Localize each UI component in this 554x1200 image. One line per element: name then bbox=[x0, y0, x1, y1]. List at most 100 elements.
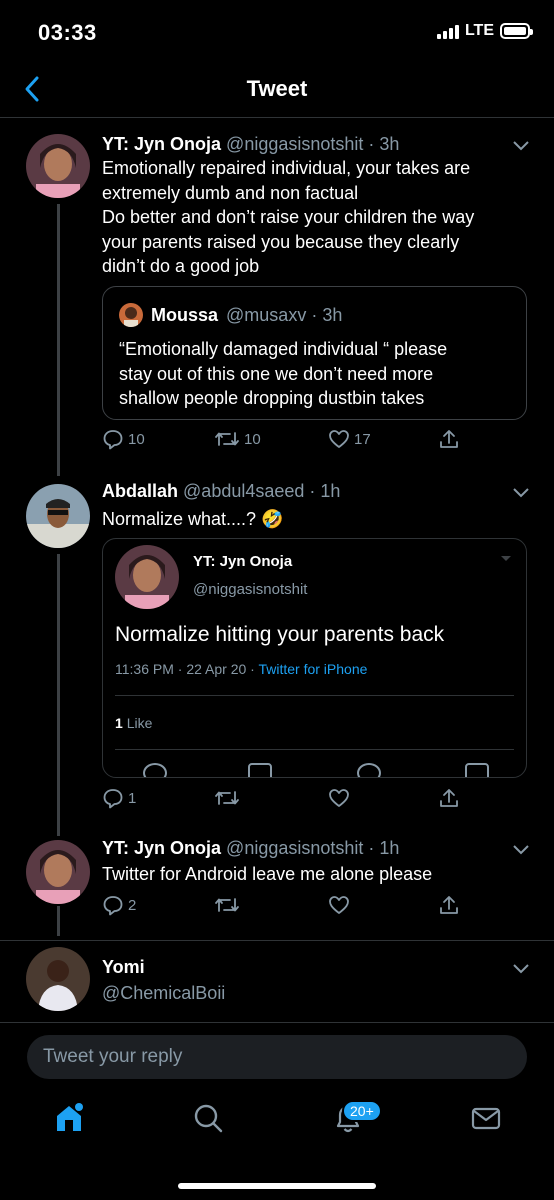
like-button[interactable] bbox=[328, 894, 350, 916]
quoted-tweet-time: 3h bbox=[322, 304, 343, 325]
tweet-header: YT: Jyn Onoja @niggasisnotshit · 3h bbox=[102, 134, 400, 154]
status-indicators: LTE bbox=[436, 22, 533, 40]
embedded-source: Twitter for iPhone bbox=[258, 661, 368, 677]
search-icon[interactable] bbox=[190, 1100, 226, 1136]
embedded-likes-label: Like bbox=[126, 715, 153, 731]
avatar bbox=[119, 303, 143, 327]
tweet-time: 3h bbox=[379, 134, 400, 154]
network-label: LTE bbox=[464, 22, 494, 39]
avatar[interactable] bbox=[26, 840, 90, 904]
nav-header: Tweet bbox=[0, 66, 554, 118]
quoted-text-line: shallow people dropping dustbin takes bbox=[119, 388, 425, 408]
tweet[interactable]: Yomi @ChemicalBoii bbox=[0, 940, 554, 1022]
author-handle[interactable]: @abdul4saeed bbox=[183, 481, 304, 501]
battery-icon bbox=[500, 23, 533, 39]
chevron-down-icon[interactable] bbox=[512, 963, 530, 975]
avatar[interactable] bbox=[26, 484, 90, 548]
embedded-tweet-meta: 11:36 PM · 22 Apr 20 · Twitter for iPhon… bbox=[115, 661, 367, 677]
reply-count: 10 bbox=[128, 430, 145, 448]
status-bar: 03:33 LTE bbox=[0, 0, 554, 66]
thread-line bbox=[57, 554, 60, 836]
page-title: Tweet bbox=[246, 76, 308, 101]
tweet[interactable]: YT: Jyn Onoja @niggasisnotshit · 3h Emot… bbox=[0, 120, 554, 476]
embedded-author-handle: @niggasisnotshit bbox=[193, 581, 308, 598]
reply-icon bbox=[103, 789, 123, 809]
share-button[interactable] bbox=[438, 787, 460, 809]
retweet-icon bbox=[248, 763, 272, 777]
tweet-text-line: didn’t do a good job bbox=[102, 256, 260, 276]
avatar bbox=[115, 545, 179, 609]
share-button[interactable] bbox=[438, 894, 460, 916]
reply-count: 2 bbox=[128, 896, 137, 914]
reply-count: 1 bbox=[128, 789, 137, 807]
tweet-actions: 10 10 17 bbox=[102, 428, 492, 454]
quoted-author-name: Moussa bbox=[151, 304, 219, 325]
reply-icon bbox=[143, 763, 167, 777]
tweet-time: 1h bbox=[379, 838, 400, 858]
retweet-button[interactable]: 10 bbox=[214, 428, 261, 450]
retweet-button[interactable] bbox=[214, 894, 240, 916]
share-button[interactable] bbox=[438, 428, 460, 450]
chevron-down-icon[interactable] bbox=[512, 844, 530, 856]
share-icon bbox=[440, 789, 458, 807]
messages-envelope-icon[interactable] bbox=[468, 1100, 504, 1136]
notifications-badge: 20+ bbox=[342, 1100, 382, 1122]
reply-button[interactable]: 1 bbox=[102, 787, 136, 809]
tweet-text-line: Emotionally repaired individual, your ta… bbox=[102, 158, 471, 178]
reply-button[interactable]: 10 bbox=[102, 428, 145, 450]
thread-line bbox=[57, 906, 60, 936]
tweet-text-line: Do better and don’t raise your children … bbox=[102, 207, 475, 227]
heart-icon bbox=[329, 896, 349, 914]
author-name[interactable]: Abdallah bbox=[102, 481, 178, 501]
tweet-time: 1h bbox=[320, 481, 341, 501]
reply-button[interactable]: 2 bbox=[102, 894, 136, 916]
tweet-text: Emotionally repaired individual, your ta… bbox=[102, 156, 522, 279]
divider bbox=[115, 695, 514, 696]
author-name[interactable]: YT: Jyn Onoja bbox=[102, 838, 221, 858]
tweet-header: Yomi bbox=[102, 957, 145, 978]
quoted-text-line: “Emotionally damaged individual “ please bbox=[119, 339, 448, 359]
author-handle[interactable]: @ChemicalBoii bbox=[102, 981, 522, 1006]
embedded-likes-count: 1 bbox=[115, 715, 123, 731]
status-time: 03:33 bbox=[38, 20, 97, 45]
retweet-icon bbox=[215, 898, 239, 912]
share-icon bbox=[440, 896, 458, 914]
quoted-tweet[interactable]: Moussa @musaxv · 3h “Emotionally damaged… bbox=[102, 286, 527, 420]
signal-icon bbox=[436, 23, 459, 39]
author-name[interactable]: Yomi bbox=[102, 957, 145, 977]
home-icon[interactable] bbox=[52, 1100, 88, 1136]
tweet-text: Twitter for Android leave me alone pleas… bbox=[102, 864, 433, 884]
embedded-tweet-screenshot[interactable]: YT: Jyn Onoja @niggasisnotshit Normalize… bbox=[102, 538, 527, 778]
chevron-down-icon[interactable] bbox=[512, 140, 530, 152]
retweet-icon bbox=[215, 432, 239, 446]
chevron-down-icon[interactable] bbox=[512, 487, 530, 499]
author-handle[interactable]: @niggasisnotshit bbox=[226, 838, 363, 858]
divider bbox=[115, 749, 514, 750]
embedded-author-name: YT: Jyn Onoja bbox=[193, 553, 293, 570]
tab-bar bbox=[0, 1088, 554, 1158]
author-name[interactable]: YT: Jyn Onoja bbox=[102, 134, 221, 154]
tweet-actions: 2 bbox=[102, 894, 492, 920]
chevron-down-icon bbox=[501, 556, 511, 561]
tweet-header: Abdallah @abdul4saeed · 1h bbox=[102, 481, 341, 501]
like-button[interactable] bbox=[328, 787, 350, 809]
reply-bar: Tweet your reply bbox=[0, 1022, 554, 1088]
reply-input[interactable]: Tweet your reply bbox=[27, 1035, 527, 1079]
heart-icon bbox=[329, 789, 349, 807]
quoted-text-line: stay out of this one we don’t need more bbox=[119, 363, 434, 384]
tweet-text-line: extremely dumb and non factual bbox=[102, 182, 359, 203]
author-handle[interactable]: @niggasisnotshit bbox=[226, 134, 363, 154]
embedded-likes: 1 Like bbox=[115, 715, 152, 731]
like-button[interactable]: 17 bbox=[328, 428, 371, 450]
tweet[interactable]: YT: Jyn Onoja @niggasisnotshit · 1h Twit… bbox=[0, 832, 554, 940]
retweet-button[interactable] bbox=[214, 787, 240, 809]
avatar[interactable] bbox=[26, 134, 90, 198]
tweet-text-line: your parents raised you because they cle… bbox=[102, 231, 460, 252]
quoted-author-handle: @musaxv bbox=[226, 304, 307, 325]
embedded-action-icons bbox=[143, 763, 493, 777]
retweet-count: 10 bbox=[244, 430, 261, 448]
avatar[interactable] bbox=[26, 947, 90, 1011]
like-count: 17 bbox=[354, 430, 371, 448]
retweet-icon bbox=[215, 791, 239, 805]
reply-icon bbox=[103, 430, 123, 450]
